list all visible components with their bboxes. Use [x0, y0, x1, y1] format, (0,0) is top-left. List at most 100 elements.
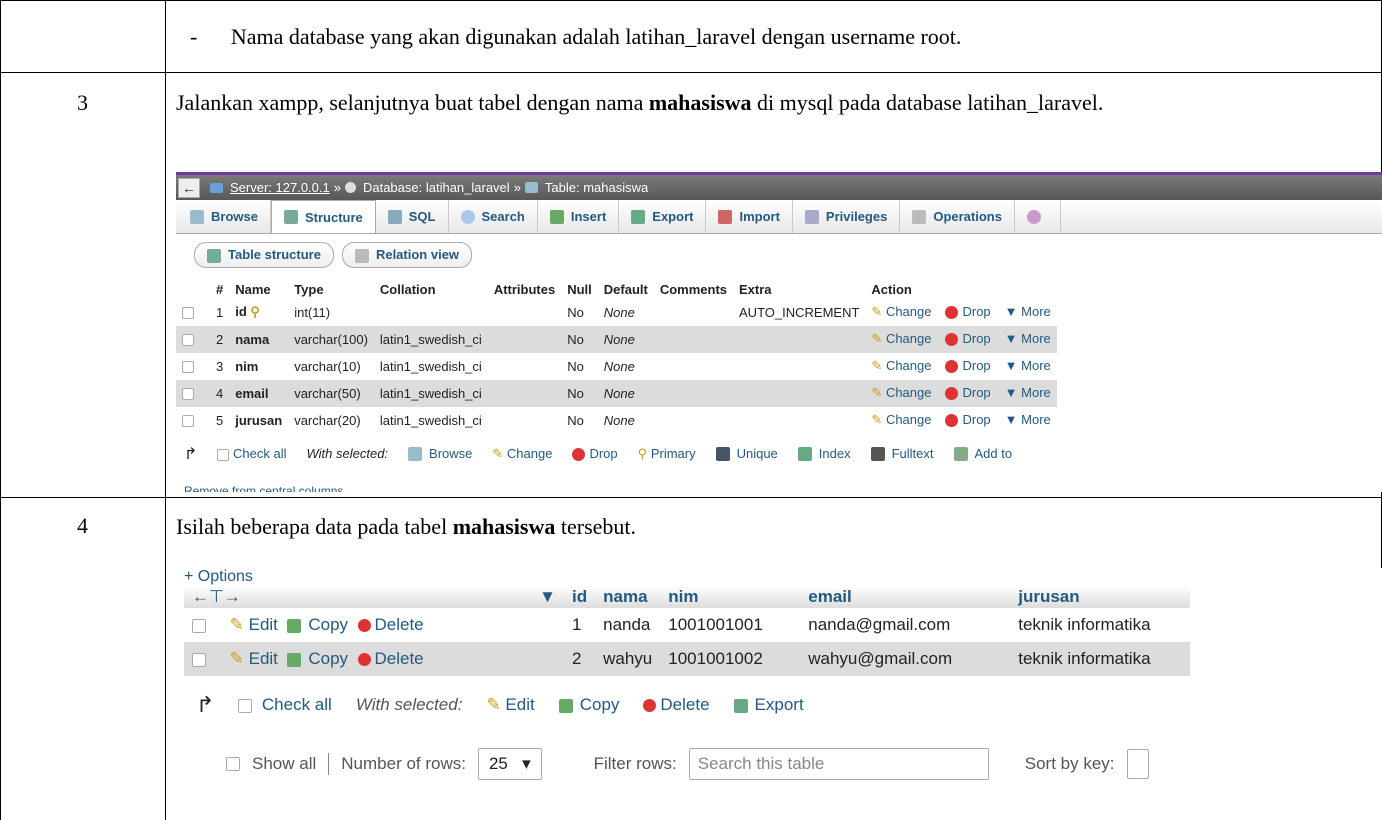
drop-icon [945, 333, 959, 347]
tab-browse[interactable]: Browse [178, 200, 271, 233]
table-row[interactable]: 1 id ⚲ int(11) No None AUTO_INCREMENT ✎ Change… [176, 299, 1057, 326]
row-checkbox[interactable] [176, 407, 210, 434]
search-input[interactable]: Search this table [688, 748, 989, 780]
header-cell[interactable]: Name [229, 280, 288, 299]
bulk-unique[interactable]: Unique [715, 446, 778, 462]
header-cell[interactable]: nama [595, 586, 661, 608]
instruction-text: Jalankan xampp, selanjutnya buat tabel d… [176, 90, 649, 115]
remove-from-central-columns[interactable]: Remove from central columns [184, 484, 343, 492]
sort-arrow-icon[interactable]: ▼ [539, 587, 556, 607]
bulk-primary[interactable]: ⚲ Primary [638, 446, 696, 462]
table-row[interactable]: 5 jurusan varchar(20) latin1_swedish_ci No No… [176, 407, 1057, 434]
more-action[interactable]: ▼ More [1005, 304, 1051, 319]
drop-action[interactable]: Drop [945, 304, 991, 320]
resize-header[interactable]: ←⊤→ ▼ [184, 586, 564, 608]
table-row[interactable]: ✎ Edit Copy Delete 2 wahyu 1001001002 wahyu@… [184, 642, 1191, 676]
back-arrow-icon[interactable]: ← [178, 177, 200, 198]
edit-action[interactable]: ✎ Edit [230, 649, 278, 668]
checkbox[interactable] [192, 652, 206, 667]
copy-action[interactable]: Copy [287, 649, 348, 668]
row-checkbox[interactable] [176, 325, 210, 353]
breadcrumb-server[interactable]: Server: 127.0.0.1 [230, 180, 330, 195]
change-action[interactable]: ✎ Change [871, 304, 931, 319]
header-cell[interactable]: Extra [733, 280, 865, 299]
table-row[interactable]: 4 email varchar(50) latin1_swedish_ci No None… [176, 379, 1057, 407]
header-cell[interactable]: Default [598, 280, 654, 299]
tab-structure[interactable]: Structure [270, 200, 376, 233]
table-row[interactable]: 3 nim varchar(10) latin1_swedish_ci No None ✎ … [176, 353, 1057, 380]
drop-action[interactable]: Drop [945, 385, 991, 401]
column-resize-arrows[interactable]: ←⊤→ [192, 587, 241, 606]
show-all-checkbox[interactable] [226, 757, 240, 771]
options-link[interactable]: + Options [184, 568, 1382, 586]
check-all[interactable]: Check all [217, 446, 287, 461]
bulk-delete[interactable]: Delete [643, 695, 710, 715]
edit-action[interactable]: ✎ Edit [230, 615, 278, 634]
checkbox[interactable] [182, 361, 194, 374]
checkbox[interactable] [217, 448, 230, 461]
tab-import[interactable]: Import [706, 200, 793, 233]
rows-select[interactable]: 25 ▾ [477, 748, 542, 780]
subtab-relation-view[interactable]: Relation view [341, 242, 473, 268]
table-row[interactable]: ✎ Edit Copy Delete 1 nanda 1001001001 nanda@… [184, 608, 1190, 642]
header-cell[interactable]: Type [288, 280, 374, 299]
sort-key-select[interactable] [1126, 749, 1149, 779]
header-cell[interactable]: Comments [654, 280, 733, 299]
header-cell[interactable]: Collation [374, 280, 488, 299]
breadcrumb-table[interactable]: Table: mahasiswa [545, 180, 648, 195]
column-null: No [561, 325, 598, 353]
bulk-add-to[interactable]: Add to [953, 446, 1012, 462]
row-checkbox[interactable] [176, 299, 210, 326]
header-cell[interactable]: nim [660, 586, 801, 608]
change-action[interactable]: ✎ Change [871, 385, 931, 400]
more-action[interactable]: ▼ More [1005, 385, 1051, 400]
bulk-browse[interactable]: Browse [408, 446, 472, 462]
delete-action[interactable]: Delete [357, 615, 424, 634]
bulk-change[interactable]: ✎ Change [492, 446, 552, 462]
header-cell[interactable]: jurusan [1010, 586, 1191, 608]
checkbox[interactable] [182, 415, 194, 428]
table-row[interactable]: 2 nama varchar(100) latin1_swedish_ci No None… [176, 325, 1057, 353]
bulk-index[interactable]: Index [797, 446, 851, 462]
header-cell[interactable]: Null [561, 280, 598, 299]
checkbox[interactable] [182, 388, 194, 401]
tab-more[interactable] [1015, 200, 1061, 233]
change-action[interactable]: ✎ Change [871, 358, 931, 373]
drop-action[interactable]: Drop [945, 358, 991, 374]
checkbox[interactable] [192, 618, 206, 633]
bulk-export[interactable]: Export [733, 695, 804, 715]
change-action[interactable]: ✎ Change [871, 412, 931, 427]
row-checkbox[interactable] [176, 379, 210, 407]
tab-search[interactable]: Search [449, 200, 538, 233]
header-cell[interactable]: email [800, 586, 1011, 608]
drop-action[interactable]: Drop [945, 331, 991, 347]
subtab-table-structure[interactable]: Table structure [194, 242, 334, 268]
more-action[interactable]: ▼ More [1005, 412, 1051, 427]
breadcrumb-database[interactable]: Database: latihan_laravel [363, 180, 510, 195]
checkbox[interactable] [182, 334, 194, 347]
tab-export[interactable]: Export [619, 200, 707, 233]
row-checkbox[interactable] [176, 353, 210, 380]
action-label: More [1021, 358, 1051, 374]
bulk-copy[interactable]: Copy [558, 695, 619, 715]
tab-sql[interactable]: SQL [376, 200, 449, 233]
tab-privileges[interactable]: Privileges [793, 200, 901, 233]
bulk-drop[interactable]: Drop [572, 446, 618, 462]
tab-insert[interactable]: Insert [538, 200, 620, 233]
check-all[interactable]: Check all [238, 695, 332, 715]
header-cell[interactable]: Attributes [488, 280, 561, 299]
change-action[interactable]: ✎ Change [871, 331, 931, 346]
copy-action[interactable]: Copy [287, 615, 348, 634]
drop-action[interactable]: Drop [945, 412, 991, 428]
more-action[interactable]: ▼ More [1005, 331, 1051, 346]
more-action[interactable]: ▼ More [1005, 358, 1051, 373]
checkbox[interactable] [238, 698, 253, 713]
header-cell[interactable]: id [564, 586, 596, 608]
bulk-edit[interactable]: ✎ Edit [486, 695, 534, 715]
tab-operations[interactable]: Operations [900, 200, 1015, 233]
checkbox[interactable] [182, 307, 194, 320]
bulk-fulltext[interactable]: Fulltext [870, 446, 934, 462]
column-collation: latin1_swedish_ci [379, 358, 482, 374]
delete-action[interactable]: Delete [357, 649, 424, 668]
row-actions: ✎ Change Drop ▼ More [865, 407, 1056, 434]
